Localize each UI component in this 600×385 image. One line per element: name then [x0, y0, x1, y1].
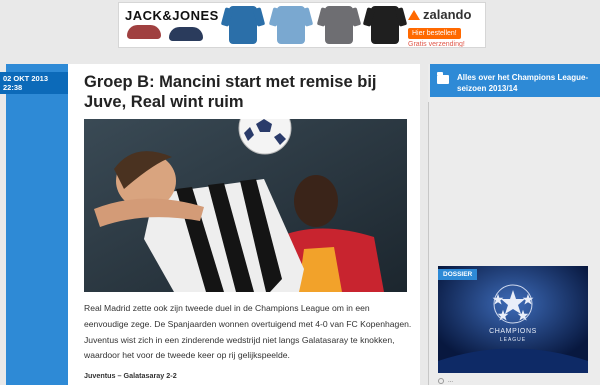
zalando-logo-text: zalando: [423, 7, 472, 22]
folder-icon: [437, 72, 449, 84]
date-tag: 02 OKT 2013 22:38: [0, 72, 79, 94]
left-rail: [6, 64, 68, 385]
ad-shipping-text: Gratis verzending!: [408, 41, 465, 48]
sidebar-divider: [428, 102, 429, 385]
dossier-tag: DOSSIER: [438, 269, 478, 280]
ad-order-button[interactable]: Hier bestellen!: [408, 28, 461, 39]
match-score: Juventus – Galatasaray 2-2: [84, 371, 177, 380]
football-photo-illustration: [84, 119, 407, 292]
ad-banner[interactable]: JACK&JONES zalando Hier bestellen! Grati…: [118, 2, 486, 48]
dossier-logo-sub: LEAGUE: [499, 337, 527, 343]
article-title[interactable]: Groep B: Mancini start met remise bij Ju…: [84, 72, 416, 112]
dossier-logo-main: CHAMPIONS: [489, 328, 537, 335]
zalando-block[interactable]: zalando Hier bestellen! Gratis verzendin…: [408, 7, 484, 47]
dossier-meta-text: ...: [448, 378, 454, 384]
ad-product-shoe-2: [169, 27, 203, 41]
dossier-logo-text: CHAMPIONS LEAGUE: [438, 328, 588, 344]
zalando-triangle-icon: [408, 9, 420, 20]
ad-product-shoe-1: [127, 25, 161, 39]
ad-product-hoodie-2: [325, 6, 353, 44]
article-photo[interactable]: [84, 119, 407, 292]
date-time: 22:38: [3, 83, 23, 92]
ad-product-tshirt-dark: [371, 6, 399, 44]
ad-product-hoodie-1: [229, 6, 257, 44]
date-day: 02 OKT 2013: [3, 74, 49, 83]
category-label: Alles over het Champions League-seizoen …: [457, 73, 589, 93]
article: Groep B: Mancini start met remise bij Ju…: [68, 64, 420, 385]
right-sidebar: Alles over het Champions League-seizoen …: [428, 64, 600, 385]
zalando-logo: zalando: [408, 7, 484, 22]
clock-icon: [438, 378, 444, 384]
article-lead: Real Madrid zette ook zijn tweede duel i…: [84, 303, 412, 361]
category-link[interactable]: Alles over het Champions League-seizoen …: [430, 64, 600, 97]
ad-brand-logo: JACK&JONES: [125, 8, 219, 23]
champions-league-logo-icon: [438, 266, 588, 373]
ad-product-tshirt: [277, 6, 305, 44]
dossier-card[interactable]: DOSSIER CHAMPIONS LEAGUE: [438, 266, 588, 373]
dossier-meta: ...: [438, 378, 453, 384]
